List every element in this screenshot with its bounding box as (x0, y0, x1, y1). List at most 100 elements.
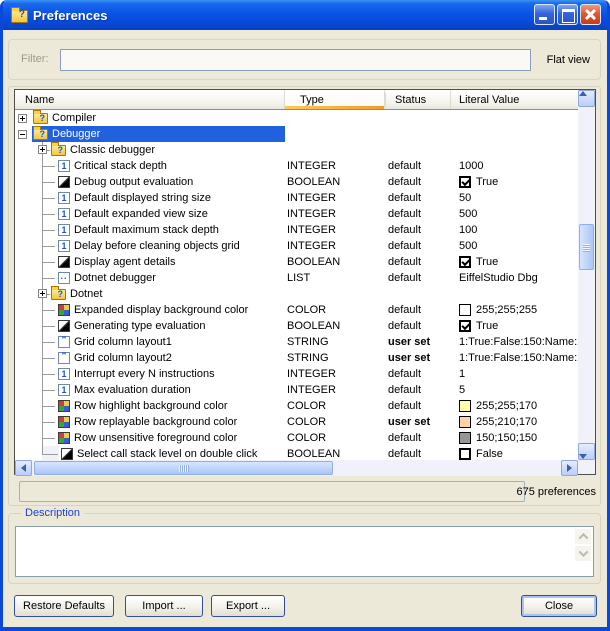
tree-row[interactable]: Row unsensitive foreground colorCOLORdef… (15, 430, 578, 446)
titlebar[interactable]: Preferences (3, 0, 607, 30)
tree-row[interactable]: Dotnet (15, 286, 578, 302)
status-cell: default (385, 158, 451, 174)
type-cell: COLOR (285, 398, 385, 414)
tree-connector (42, 174, 56, 190)
literal-value-cell: True (451, 174, 578, 190)
column-header-type[interactable]: Type (285, 90, 385, 109)
color-swatch (459, 432, 471, 444)
type-cell: BOOLEAN (285, 318, 385, 334)
status-cell: default (385, 302, 451, 318)
description-box[interactable] (15, 526, 594, 577)
name-cell: Dotnet (15, 286, 285, 302)
description-scroll-down-button[interactable] (575, 546, 591, 561)
expand-icon[interactable] (18, 114, 27, 123)
tree-row[interactable]: Display agent detailsBOOLEANdefaultTrue (15, 254, 578, 270)
down-arrow-icon (579, 454, 587, 459)
tree-row[interactable]: Default maximum stack depthINTEGERdefaul… (15, 222, 578, 238)
vertical-scrollbar[interactable] (578, 90, 595, 460)
vertical-scrollbar-column (578, 90, 595, 474)
checkbox-icon[interactable] (459, 176, 471, 188)
tree-row[interactable]: Select call stack level on double clickB… (15, 446, 578, 460)
column-header-literal-value[interactable]: Literal Value (451, 90, 578, 109)
column-header-name[interactable]: Name (15, 90, 285, 109)
tree-row[interactable]: Expanded display background colorCOLORde… (15, 302, 578, 318)
tree-row[interactable]: Default expanded view sizeINTEGERdefault… (15, 206, 578, 222)
color-type-icon (58, 304, 70, 316)
string-type-icon (58, 336, 70, 348)
type-cell: BOOLEAN (285, 254, 385, 270)
status-cell (385, 110, 451, 126)
tree-row[interactable]: Row highlight background colorCOLORdefau… (15, 398, 578, 414)
collapse-icon[interactable] (18, 130, 27, 139)
name-cell: Generating type evaluation (15, 318, 285, 334)
type-cell: BOOLEAN (285, 174, 385, 190)
horizontal-scroll-thumb[interactable] (34, 461, 333, 475)
expand-icon[interactable] (38, 145, 47, 154)
description-group: Description (8, 513, 601, 584)
preferences-panel: Name Type Status Literal Value Compiler D… (8, 86, 601, 506)
chevron-down-icon (578, 547, 588, 557)
tree-row[interactable]: Classic debugger (15, 142, 578, 158)
tree-row[interactable]: Debug output evaluationBOOLEANdefaultTru… (15, 174, 578, 190)
tree-row[interactable]: Default displayed string sizeINTEGERdefa… (15, 190, 578, 206)
row-label: Classic debugger (70, 144, 155, 156)
minimize-button[interactable] (534, 4, 555, 25)
checkbox-icon[interactable] (459, 320, 471, 332)
tree-row[interactable]: Generating type evaluationBOOLEANdefault… (15, 318, 578, 334)
row-label: Default maximum stack depth (74, 224, 219, 236)
scroll-up-button[interactable] (578, 90, 595, 107)
literal-value-cell: 255;255;255 (451, 302, 578, 318)
column-header-status[interactable]: Status (385, 90, 451, 109)
filter-label: Filter: (21, 53, 49, 65)
tree-row[interactable]: Row replayable background colorCOLORuser… (15, 414, 578, 430)
tree-row[interactable]: Delay before cleaning objects gridINTEGE… (15, 238, 578, 254)
literal-value-cell: 100 (451, 222, 578, 238)
import-button[interactable]: Import ... (125, 595, 203, 617)
row-label: Debugger (52, 128, 100, 140)
filter-input[interactable] (60, 49, 531, 71)
name-cell: Dotnet debugger (15, 270, 285, 286)
close-button[interactable] (580, 4, 601, 25)
horizontal-scroll-track[interactable] (32, 460, 561, 476)
name-cell: Display agent details (15, 254, 285, 270)
tree-row[interactable]: Debugger (15, 126, 578, 142)
checkbox-icon[interactable] (459, 448, 471, 460)
tree-row[interactable]: Grid column layout1STRINGuser set1:True:… (15, 334, 578, 350)
tree-row[interactable]: Max evaluation durationINTEGERdefault5 (15, 382, 578, 398)
status-cell (385, 126, 451, 142)
expand-icon[interactable] (38, 289, 47, 298)
tree-connector (42, 382, 56, 398)
tree-row[interactable]: Grid column layout2STRINGuser set1:True:… (15, 350, 578, 366)
name-cell: Expanded display background color (15, 302, 285, 318)
close-dialog-button[interactable]: Close (521, 595, 597, 617)
row-label: Generating type evaluation (74, 320, 205, 332)
folder-icon (33, 113, 48, 124)
row-label: Dotnet debugger (74, 272, 156, 284)
integer-type-icon (58, 208, 70, 220)
tree-row[interactable]: Compiler (15, 110, 578, 126)
tree-row[interactable]: Critical stack depthINTEGERdefault1000 (15, 158, 578, 174)
tree-connector (42, 302, 56, 318)
description-scroll-up-button[interactable] (575, 529, 591, 544)
row-label: Grid column layout2 (74, 352, 172, 364)
row-label: Row unsensitive foreground color (74, 432, 237, 444)
filter-panel: Filter: Flat view (8, 39, 601, 80)
literal-value-cell (451, 286, 578, 302)
scroll-right-button[interactable] (561, 460, 578, 476)
horizontal-scrollbar[interactable] (15, 460, 578, 476)
tree-row[interactable]: Dotnet debuggerLISTdefaultEiffelStudio D… (15, 270, 578, 286)
vertical-scroll-thumb[interactable] (579, 224, 594, 270)
checkbox-icon[interactable] (459, 256, 471, 268)
status-cell: default (385, 190, 451, 206)
literal-text: 255;255;170 (476, 400, 537, 412)
literal-value-cell: EiffelStudio Dbg (451, 270, 578, 286)
scroll-down-button[interactable] (578, 443, 595, 460)
maximize-button[interactable] (557, 4, 578, 25)
flat-view-button[interactable]: Flat view (547, 54, 590, 66)
window-icon (11, 10, 28, 23)
name-cell: Classic debugger (15, 142, 285, 158)
tree-row[interactable]: Interrupt every N instructionsINTEGERdef… (15, 366, 578, 382)
restore-defaults-button[interactable]: Restore Defaults (14, 595, 114, 617)
export-button[interactable]: Export ... (211, 595, 285, 617)
scroll-left-button[interactable] (15, 460, 32, 476)
